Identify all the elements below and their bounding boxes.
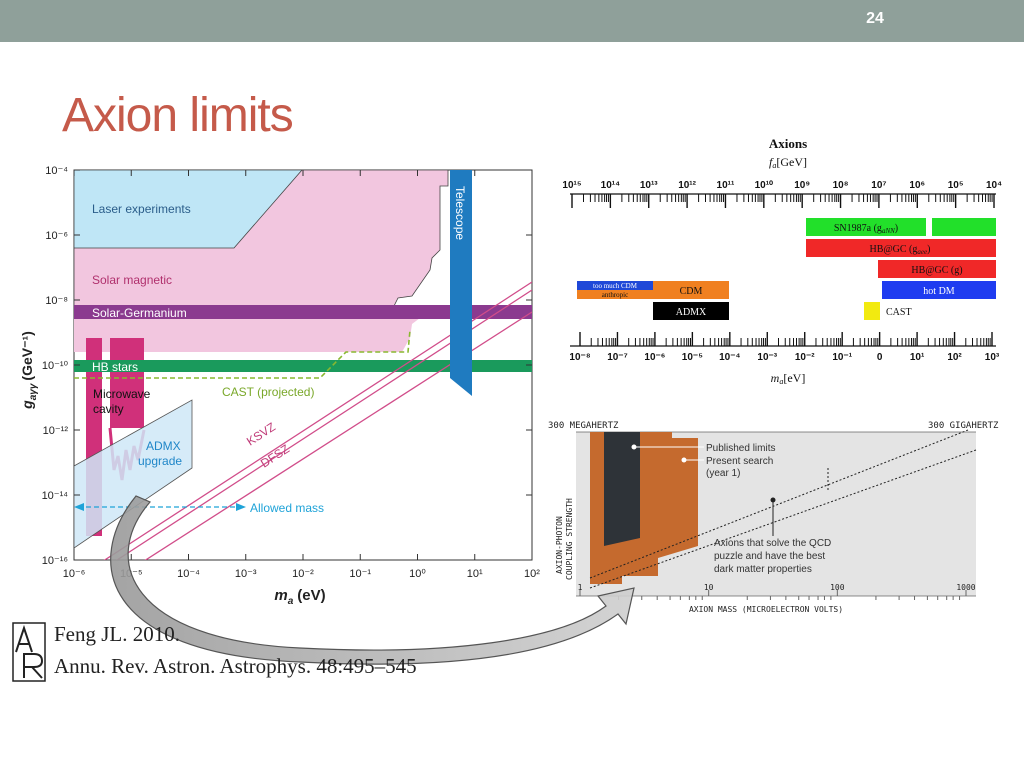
left-x-tick-label: 10⁻² bbox=[292, 568, 314, 580]
fa-tick-label: 10⁸ bbox=[833, 180, 849, 191]
fa-top-axis: 10¹⁵ 10¹⁴ 10¹³ 10¹² 10¹¹ 10¹⁰ 10⁹ 10⁸ 10⁷ 10⁶ 10⁵ 1… bbox=[562, 180, 1002, 208]
left-exclusion-plot: Laser experiments Solar magnetic Solar-G… bbox=[19, 165, 540, 607]
fa-tick-label: 10¹¹ bbox=[717, 180, 735, 191]
solar-magnetic-label: Solar magnetic bbox=[92, 273, 172, 287]
left-y-tick-label: 10⁻¹² bbox=[43, 425, 69, 437]
ma-tick-label: 10⁻⁸ bbox=[569, 352, 590, 363]
admx-x-label: AXION MASS (MICROELECTRON VOLTS) bbox=[689, 605, 843, 614]
admx-label-1: ADMX bbox=[146, 439, 181, 453]
admx-tick-label: 1 bbox=[578, 583, 583, 592]
annotation-line-2: puzzle and have the best bbox=[714, 551, 825, 562]
fa-tick-label: 10¹⁵ bbox=[562, 180, 581, 191]
left-y-tick-label: 10⁻¹⁶ bbox=[42, 555, 68, 567]
fa-tick-label: 10⁷ bbox=[871, 180, 886, 191]
ma-bottom-axis: 10⁻⁸ 10⁻⁷ 10⁻⁶ 10⁻⁵ 10⁻⁴ 10⁻³ 10⁻² 10⁻¹ 0 10¹ 10² 1… bbox=[569, 332, 1000, 363]
left-x-tick-label: 10¹ bbox=[467, 568, 483, 580]
fa-tick-label: 10⁶ bbox=[909, 180, 925, 191]
left-y-tick-label: 10⁻⁸ bbox=[45, 295, 68, 307]
ma-tick-label: 10⁻⁴ bbox=[719, 352, 740, 363]
left-y-tick-label: 10⁻⁴ bbox=[45, 165, 68, 177]
annotation-line-3: dark matter properties bbox=[714, 564, 812, 575]
cast-label: CAST (projected) bbox=[222, 385, 314, 399]
published-pointer-dot bbox=[631, 444, 637, 450]
fa-tick-label: 10¹⁴ bbox=[601, 180, 620, 191]
left-y-tick-label: 10⁻¹⁰ bbox=[42, 360, 69, 372]
present-legend-2: (year 1) bbox=[706, 468, 740, 479]
top-left-frequency-label: 300 MEGAHERTZ bbox=[548, 421, 619, 431]
left-x-tick-label: 10⁰ bbox=[409, 568, 426, 580]
left-x-tick-label: 10⁻¹ bbox=[349, 568, 371, 580]
fa-tick-label: 10¹³ bbox=[640, 180, 658, 191]
fa-axis-label: fa[GeV] bbox=[769, 155, 807, 170]
citation-line-1: Feng JL. 2010. bbox=[54, 622, 180, 646]
ma-tick-label: 10⁻¹ bbox=[832, 352, 852, 363]
ma-tick-label: 10⁻³ bbox=[757, 352, 777, 363]
annotation-line-1: Axions that solve the QCD bbox=[714, 538, 831, 549]
microwave-label-1: Microwave bbox=[93, 387, 151, 401]
axions-title: Axions bbox=[769, 136, 807, 151]
present-legend-1: Present search bbox=[706, 456, 773, 467]
cast-bar bbox=[864, 302, 880, 320]
figure-canvas: Laser experiments Solar magnetic Solar-G… bbox=[19, 136, 1002, 665]
cdm-label: CDM bbox=[680, 286, 703, 297]
cast-bar-label: CAST bbox=[886, 307, 912, 318]
admx-tick-label: 100 bbox=[830, 583, 845, 592]
top-right-frequency-label: 300 GIGAHERTZ bbox=[928, 421, 999, 431]
present-pointer-dot bbox=[681, 457, 687, 463]
sn1987a-bar-2 bbox=[932, 218, 996, 236]
admx-tick-label: 1000 bbox=[956, 583, 975, 592]
left-y-tick-label: 10⁻¹⁴ bbox=[42, 490, 69, 502]
ma-tick-label: 10⁻⁶ bbox=[644, 352, 665, 363]
published-legend: Published limits bbox=[706, 443, 775, 454]
laser-label: Laser experiments bbox=[92, 202, 191, 216]
left-x-tick-label: 10⁻⁶ bbox=[63, 568, 86, 580]
ma-tick-label: 10³ bbox=[985, 352, 1000, 363]
left-x-tick-label: 10⁻³ bbox=[235, 568, 257, 580]
hot-dm-label: hot DM bbox=[923, 286, 955, 297]
left-y-axis-label: gaγγ(GeV⁻¹) bbox=[19, 331, 39, 410]
admx-bar-label: ADMX bbox=[676, 307, 707, 318]
hb-stars-label: HB stars bbox=[92, 360, 138, 374]
allowed-mass-label: Allowed mass bbox=[250, 501, 324, 515]
ma-tick-label: 0 bbox=[877, 352, 883, 363]
admx-search-chart: 1 10 100 1000 300 MEGAHERTZ 300 GIGAHERTZ P… bbox=[548, 421, 999, 614]
hbgc-g-label: HB@GC (g) bbox=[911, 265, 962, 276]
annual-reviews-logo bbox=[12, 622, 46, 682]
svg-text:gaγγ(GeV⁻¹): gaγγ(GeV⁻¹) bbox=[19, 331, 39, 410]
fa-tick-label: 10⁴ bbox=[986, 180, 1002, 191]
right-axion-bar-chart: Axions fa[GeV] 10¹⁵ 10¹⁴ 10¹³ 10¹² 10¹¹ 10¹⁰ 1… bbox=[562, 136, 1002, 386]
admx-tick-label: 10 bbox=[704, 583, 714, 592]
citation-line-2: Annu. Rev. Astron. Astrophys. 48:495–545 bbox=[54, 654, 417, 678]
admx-label-2: upgrade bbox=[138, 454, 182, 468]
admx-y-label-2: COUPLING STRENGTH bbox=[565, 498, 574, 580]
admx-y-label-1: AXION-PHOTON bbox=[555, 516, 564, 574]
left-x-tick-label: 10⁻⁴ bbox=[177, 568, 200, 580]
anthropic-label: anthropic bbox=[602, 291, 628, 299]
solar-germanium-label: Solar-Germanium bbox=[92, 306, 187, 320]
annotation-pointer-dot bbox=[770, 497, 776, 503]
left-x-tick-label: 10² bbox=[524, 568, 540, 580]
ma-tick-label: 10² bbox=[947, 352, 962, 363]
telescope-label: Telescope bbox=[453, 186, 467, 240]
ma-tick-label: 10⁻⁷ bbox=[607, 352, 628, 363]
ma-axis-label: ma[eV] bbox=[771, 371, 806, 386]
left-y-tick-label: 10⁻⁶ bbox=[45, 230, 68, 242]
fa-tick-label: 10⁵ bbox=[948, 180, 964, 191]
left-x-axis-label: ma (eV) bbox=[274, 587, 325, 607]
fa-tick-label: 10¹⁰ bbox=[755, 180, 773, 191]
microwave-label-2: cavity bbox=[93, 402, 124, 416]
fa-tick-label: 10⁹ bbox=[794, 180, 810, 191]
ma-tick-label: 10⁻⁵ bbox=[682, 352, 703, 363]
ma-tick-label: 10⁻² bbox=[795, 352, 815, 363]
too-much-cdm-label: too much CDM bbox=[593, 282, 638, 290]
fa-tick-label: 10¹² bbox=[678, 180, 696, 191]
ma-tick-label: 10¹ bbox=[910, 352, 925, 363]
